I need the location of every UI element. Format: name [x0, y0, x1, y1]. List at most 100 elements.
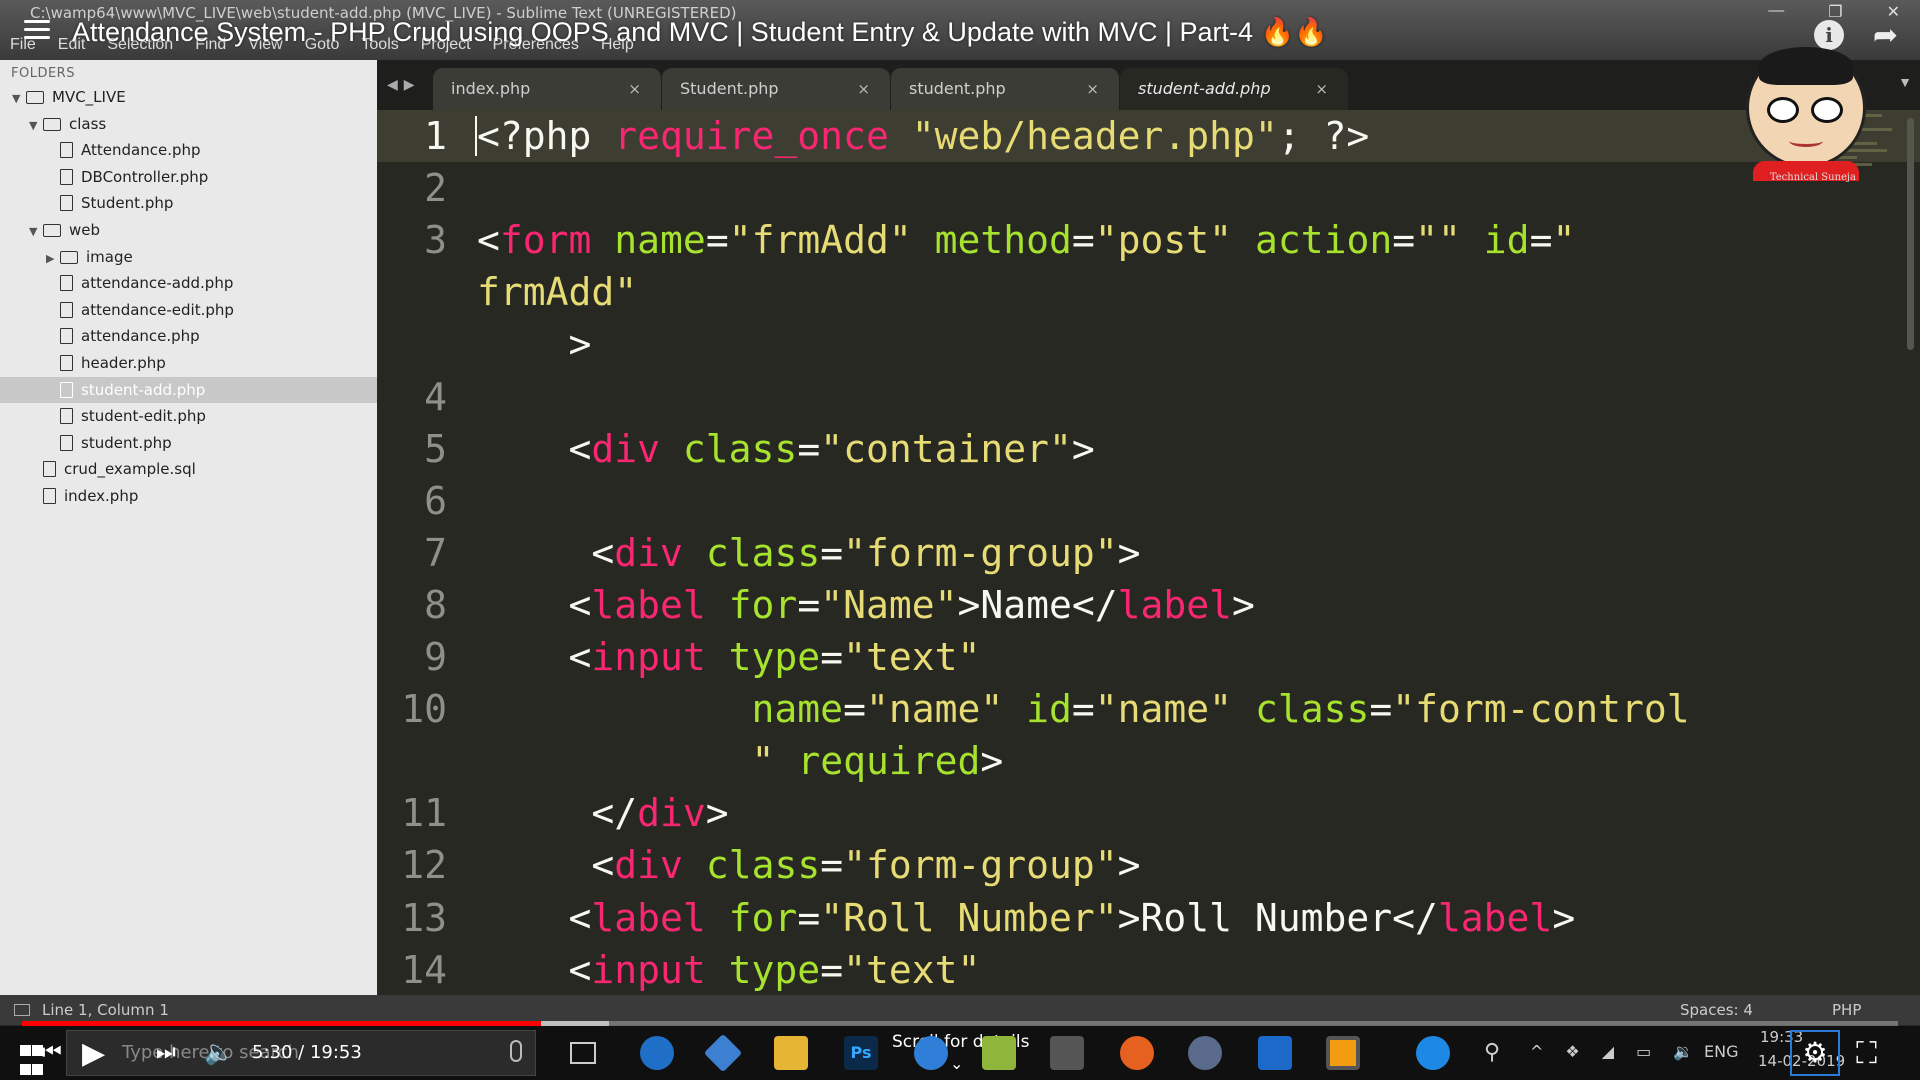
- hamburger-menu-icon[interactable]: [24, 20, 50, 42]
- code-token: <: [477, 635, 592, 679]
- chevron-up-icon[interactable]: ^: [1530, 1042, 1543, 1061]
- tree-item-student-php[interactable]: student.php: [0, 430, 377, 456]
- code-line[interactable]: name="name" id="name" class="form-contro…: [477, 683, 1690, 735]
- tree-item-dbcontroller-php[interactable]: DBController.php: [0, 164, 377, 190]
- microphone-icon[interactable]: [510, 1040, 522, 1062]
- notepad-icon[interactable]: [982, 1036, 1016, 1070]
- code-line[interactable]: <label for="Name">Name</label>: [477, 579, 1255, 631]
- code-line[interactable]: <input type="text": [477, 631, 981, 683]
- restore-icon[interactable]: ❐: [1828, 2, 1842, 22]
- code-line[interactable]: <div class="container">: [477, 423, 1095, 475]
- app-icon[interactable]: [1188, 1036, 1222, 1070]
- tab-close-icon[interactable]: ×: [857, 68, 870, 110]
- file-explorer-icon[interactable]: [774, 1036, 808, 1070]
- share-icon[interactable]: ➦: [1873, 18, 1898, 53]
- code-token: >: [477, 322, 592, 367]
- code-line[interactable]: <input type="text": [477, 944, 981, 995]
- tree-item-attendance-php[interactable]: Attendance.php: [0, 137, 377, 163]
- panel-toggle-icon[interactable]: [14, 1004, 30, 1016]
- line-number: 2: [424, 166, 447, 211]
- code-line[interactable]: <?php require_once "web/header.php"; ?>: [477, 110, 1369, 162]
- code-line[interactable]: <form name="frmAdd" method="post" action…: [477, 214, 1575, 266]
- tree-item-web[interactable]: ▼ web: [0, 217, 377, 243]
- tree-item-attendance-add-php[interactable]: attendance-add.php: [0, 270, 377, 296]
- tab-close-icon[interactable]: ×: [1086, 68, 1099, 110]
- firefox-icon[interactable]: [1120, 1036, 1154, 1070]
- windows-start-icon[interactable]: [20, 1042, 44, 1075]
- code-line[interactable]: frmAdd": [477, 266, 637, 318]
- minimize-icon[interactable]: —: [1768, 2, 1784, 22]
- virtualbox-icon[interactable]: [703, 1033, 743, 1073]
- tab-dropdown-icon[interactable]: ▼: [1898, 74, 1912, 90]
- editor-scrollbar[interactable]: [1907, 118, 1914, 350]
- tree-item-image[interactable]: ▶ image: [0, 244, 377, 270]
- tree-item-student-php[interactable]: Student.php: [0, 190, 377, 216]
- code-token: "text": [843, 635, 981, 679]
- code-token: id: [1026, 687, 1072, 732]
- wifi-icon[interactable]: ◢: [1602, 1042, 1614, 1061]
- file-icon: [60, 301, 73, 318]
- tab-index-php[interactable]: index.php ×: [433, 68, 661, 110]
- tab-close-icon[interactable]: ×: [628, 68, 641, 110]
- code-token: >: [1071, 426, 1095, 471]
- tree-item-header-php[interactable]: header.php: [0, 350, 377, 376]
- fullscreen-icon[interactable]: ⛶: [1856, 1036, 1877, 1071]
- code-line[interactable]: <label for="Roll Number">Roll Number</la…: [477, 892, 1576, 944]
- file-icon: [60, 328, 73, 345]
- tree-item-class[interactable]: ▼ class: [0, 111, 377, 137]
- disclosure-open-icon[interactable]: ▼: [29, 219, 43, 245]
- info-icon[interactable]: i: [1814, 20, 1844, 50]
- chrome-icon[interactable]: [914, 1036, 948, 1070]
- tree-item-mvc-live[interactable]: ▼ MVC_LIVE: [0, 84, 377, 110]
- tab-student-add-php[interactable]: student-add.php ×: [1120, 68, 1348, 110]
- tree-item-student-add-php[interactable]: student-add.php: [0, 376, 377, 403]
- code-token: div: [637, 791, 706, 836]
- volume-icon[interactable]: 🔈: [204, 1038, 234, 1066]
- code-line[interactable]: >: [477, 318, 592, 370]
- people-icon[interactable]: ⚲: [1484, 1040, 1500, 1065]
- code-token: "frmAdd": [728, 218, 912, 263]
- code-line[interactable]: <div class="form-group">: [477, 839, 1140, 891]
- tab-student-php[interactable]: student.php ×: [891, 68, 1119, 110]
- help-icon[interactable]: [1416, 1036, 1450, 1070]
- code-line[interactable]: <div class="form-group">: [477, 527, 1140, 579]
- settings-gear-icon[interactable]: ⚙: [1790, 1030, 1840, 1076]
- code-token: label: [1117, 582, 1233, 627]
- dropbox-icon[interactable]: ❖: [1565, 1042, 1579, 1061]
- tab-close-icon[interactable]: ×: [1315, 68, 1328, 110]
- tree-item-attendance-php[interactable]: attendance.php: [0, 323, 377, 349]
- input-language[interactable]: ENG: [1704, 1042, 1738, 1061]
- sublime-active-icon[interactable]: [1326, 1036, 1360, 1070]
- next-icon[interactable]: ⏭: [156, 1040, 176, 1065]
- line-number: 3: [424, 218, 447, 263]
- code-line[interactable]: " required>: [477, 735, 1004, 787]
- tab-navigation-arrows[interactable]: ◀▶: [387, 76, 421, 93]
- video-title[interactable]: Attendance System - PHP Crud using OOPS …: [72, 16, 1328, 48]
- task-view-icon[interactable]: [570, 1042, 596, 1064]
- vscode-icon[interactable]: [1258, 1036, 1292, 1070]
- chevron-down-icon[interactable]: ⌄: [950, 1054, 963, 1073]
- tree-item-label: class: [69, 114, 107, 133]
- disclosure-open-icon[interactable]: ▼: [29, 113, 43, 139]
- code-line[interactable]: </div>: [477, 787, 728, 839]
- play-icon[interactable]: ▶: [82, 1036, 105, 1071]
- code-editor[interactable]: 123456789101112131415 <?php require_once…: [377, 110, 1920, 995]
- tree-item-student-edit-php[interactable]: student-edit.php: [0, 403, 377, 429]
- battery-icon[interactable]: ▭: [1636, 1042, 1651, 1061]
- line-number: 7: [424, 530, 447, 575]
- disclosure-open-icon[interactable]: ▼: [12, 86, 26, 112]
- previous-icon[interactable]: ⏮: [42, 1040, 62, 1065]
- edge-browser-icon[interactable]: [640, 1036, 674, 1070]
- tree-item-index-php[interactable]: index.php: [0, 483, 377, 509]
- speaker-icon[interactable]: 🔉: [1673, 1042, 1693, 1061]
- file-icon: [60, 355, 73, 371]
- tree-item-label: web: [69, 221, 101, 239]
- disclosure-closed-icon[interactable]: ▶: [46, 246, 60, 272]
- sublime-text-icon[interactable]: [1050, 1036, 1084, 1070]
- code-token: type: [728, 947, 821, 992]
- photoshop-icon[interactable]: Ps: [844, 1036, 878, 1070]
- tab-student-php[interactable]: Student.php ×: [662, 68, 890, 110]
- tree-item-attendance-edit-php[interactable]: attendance-edit.php: [0, 297, 377, 323]
- tree-item-crud-example-sql[interactable]: crud_example.sql: [0, 456, 377, 482]
